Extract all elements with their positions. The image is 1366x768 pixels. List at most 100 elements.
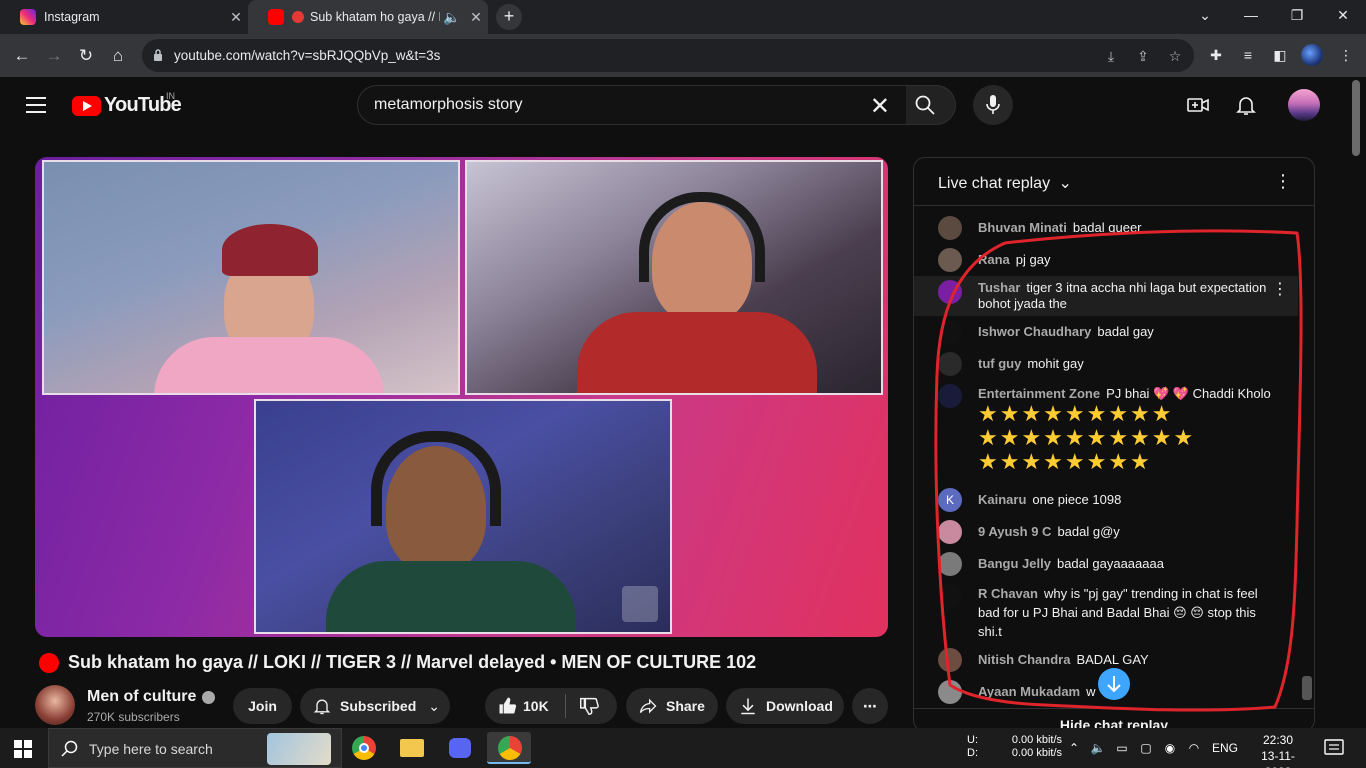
author-name[interactable]: tuf guy bbox=[978, 356, 1021, 371]
tab-instagram[interactable]: Instagram ✕ bbox=[0, 0, 248, 34]
net-speed-values: 0.00 kbit/s 0.00 kbit/s bbox=[1006, 734, 1062, 768]
chat-message[interactable]: Ishwor Chaudhary badal gay bbox=[914, 320, 1298, 344]
youtube-logo[interactable]: YouTube IN bbox=[72, 91, 182, 117]
page-scrollbar[interactable] bbox=[1352, 80, 1360, 156]
message-text: tiger 3 itna accha nhi laga but expectat… bbox=[978, 280, 1267, 311]
thumbs-down-icon[interactable] bbox=[578, 695, 600, 717]
camera-icon[interactable]: ◉ bbox=[1162, 740, 1178, 756]
forward-button[interactable]: → bbox=[40, 42, 68, 70]
chat-menu-icon[interactable]: ⋮ bbox=[1274, 171, 1292, 192]
search-input[interactable]: metamorphosis story ✕ bbox=[357, 85, 907, 125]
author-name[interactable]: Entertainment Zone bbox=[978, 386, 1100, 401]
taskbar-chrome[interactable] bbox=[341, 732, 385, 764]
author-name[interactable]: Ayaan Mukadam bbox=[978, 684, 1080, 699]
user-avatar[interactable] bbox=[1288, 89, 1320, 121]
windows-start-icon[interactable] bbox=[14, 740, 32, 758]
taskbar-file-explorer[interactable] bbox=[389, 732, 433, 764]
chat-message[interactable]: Bangu Jelly badal gayaaaaaaa bbox=[914, 552, 1298, 576]
chat-scrollbar[interactable] bbox=[1302, 676, 1312, 700]
tab-search-icon[interactable]: ⌄ bbox=[1182, 0, 1228, 30]
author-name[interactable]: R Chavan bbox=[978, 586, 1038, 601]
chat-message[interactable]: Rana pj gay bbox=[914, 248, 1298, 272]
battery-icon[interactable]: ▭ bbox=[1114, 740, 1130, 756]
home-button[interactable]: ⌂ bbox=[104, 42, 132, 70]
voice-search-button[interactable] bbox=[973, 85, 1013, 125]
share-button[interactable]: Share bbox=[626, 688, 718, 724]
chat-message[interactable]: 9 Ayush 9 C badal g@y bbox=[914, 520, 1298, 544]
monitor-icon[interactable]: ▢ bbox=[1138, 740, 1154, 756]
download-button[interactable]: Download bbox=[726, 688, 844, 724]
author-name[interactable]: Tushar bbox=[978, 280, 1020, 295]
back-button[interactable]: ← bbox=[8, 42, 36, 70]
extensions-icon[interactable]: ✚ bbox=[1206, 45, 1226, 65]
browser-profile-avatar[interactable] bbox=[1301, 44, 1323, 66]
address-bar[interactable]: youtube.com/watch?v=sbRJQQbVp_w&t=3s ⤓ ⇪… bbox=[142, 39, 1194, 72]
author-avatar bbox=[938, 648, 962, 672]
menu-icon[interactable] bbox=[26, 97, 46, 113]
author-name[interactable]: Rana bbox=[978, 252, 1010, 267]
system-clock[interactable]: 22:30 13-11-2023 bbox=[1250, 732, 1306, 768]
message-text: w bbox=[1086, 684, 1096, 699]
message-text: badal queer bbox=[1072, 220, 1142, 235]
share-page-icon[interactable]: ⇪ bbox=[1134, 47, 1152, 65]
reload-button[interactable]: ↻ bbox=[72, 42, 100, 70]
jump-to-latest-button[interactable] bbox=[1098, 668, 1130, 700]
author-name[interactable]: Bhuvan Minati bbox=[978, 220, 1067, 235]
clear-search-icon[interactable]: ✕ bbox=[870, 92, 890, 121]
taskbar-chrome-active[interactable] bbox=[487, 732, 531, 764]
side-panel-icon[interactable]: ◧ bbox=[1270, 45, 1290, 65]
message-text: pj gay bbox=[1015, 252, 1051, 267]
tab-title: Sub khatam ho gaya // L bbox=[310, 10, 440, 24]
more-actions-button[interactable]: ⋯ bbox=[852, 688, 888, 724]
chat-message[interactable]: Entertainment Zone PJ bhai 💖 💖 Chaddi Kho… bbox=[914, 384, 1298, 480]
minimize-button[interactable]: — bbox=[1228, 0, 1274, 30]
taskbar-discord[interactable] bbox=[437, 732, 481, 764]
windows-taskbar: Type here to search U: D: 0.00 kbit/s 0.… bbox=[0, 728, 1366, 768]
chat-message[interactable]: K Kainaru one piece 1098 bbox=[914, 488, 1298, 512]
chevron-up-icon[interactable]: ⌃ bbox=[1066, 740, 1082, 756]
author-name[interactable]: Nitish Chandra bbox=[978, 652, 1070, 667]
create-video-icon[interactable] bbox=[1186, 93, 1210, 117]
live-chat-panel: Live chat replay ⌄ ⋮ Bhuvan Minati badal … bbox=[913, 157, 1315, 732]
chat-mode-dropdown[interactable]: Live chat replay ⌄ bbox=[938, 173, 1072, 193]
author-name[interactable]: Ishwor Chaudhary bbox=[978, 324, 1091, 339]
subscribed-button[interactable]: Subscribed ⌄ bbox=[300, 688, 450, 724]
restore-button[interactable]: ❐ bbox=[1274, 0, 1320, 30]
chat-message[interactable]: tuf guy mohit gay bbox=[914, 352, 1298, 376]
channel-avatar[interactable] bbox=[35, 685, 75, 725]
language-indicator[interactable]: ENG bbox=[1212, 741, 1238, 768]
search-button[interactable] bbox=[906, 85, 956, 125]
close-tab-icon[interactable]: ✕ bbox=[464, 9, 488, 26]
video-title-text: Sub khatam ho gaya // LOKI // TIGER 3 //… bbox=[68, 652, 757, 672]
webcam-feed-bottom bbox=[254, 399, 672, 634]
chat-message[interactable]: Tushar tiger 3 itna accha nhi laga but ex… bbox=[914, 276, 1298, 316]
new-tab-button[interactable]: + bbox=[496, 4, 522, 30]
speaker-icon[interactable]: 🔈 bbox=[440, 9, 464, 26]
notification-center-icon[interactable] bbox=[1324, 739, 1344, 757]
browser-menu-icon[interactable]: ⋮ bbox=[1336, 45, 1356, 65]
volume-icon[interactable]: 🔈 bbox=[1090, 740, 1106, 756]
chevron-down-icon: ⌄ bbox=[1058, 175, 1072, 192]
video-player[interactable] bbox=[35, 157, 888, 637]
close-tab-icon[interactable]: ✕ bbox=[224, 9, 248, 26]
author-name[interactable]: 9 Ayush 9 C bbox=[978, 524, 1051, 539]
channel-name[interactable]: Men of culture bbox=[87, 688, 216, 706]
author-name[interactable]: Kainaru bbox=[978, 492, 1026, 507]
media-controls-icon[interactable]: ≡ bbox=[1238, 45, 1258, 65]
close-window-button[interactable]: ✕ bbox=[1320, 0, 1366, 30]
author-name[interactable]: Bangu Jelly bbox=[978, 556, 1051, 571]
notifications-bell-icon[interactable] bbox=[1234, 93, 1258, 117]
chat-message[interactable]: R Chavan why is "pj gay" trending in chat… bbox=[914, 582, 1298, 642]
taskbar-search-input[interactable]: Type here to search bbox=[48, 728, 342, 768]
wifi-icon[interactable]: ◠ bbox=[1186, 740, 1202, 756]
join-button[interactable]: Join bbox=[233, 688, 292, 724]
message-menu-icon[interactable]: ⋮ bbox=[1272, 282, 1288, 298]
tab-youtube[interactable]: Sub khatam ho gaya // L 🔈 ✕ bbox=[248, 0, 488, 34]
bookmark-star-icon[interactable]: ☆ bbox=[1166, 47, 1184, 65]
browser-tab-strip: Instagram ✕ Sub khatam ho gaya // L 🔈 ✕ … bbox=[0, 0, 1366, 34]
download-label: Download bbox=[766, 698, 833, 714]
search-highlight-illustration bbox=[267, 733, 331, 765]
chat-message[interactable]: Bhuvan Minati badal queer bbox=[914, 216, 1298, 240]
channel-watermark bbox=[622, 586, 658, 622]
install-app-icon[interactable]: ⤓ bbox=[1102, 47, 1120, 65]
